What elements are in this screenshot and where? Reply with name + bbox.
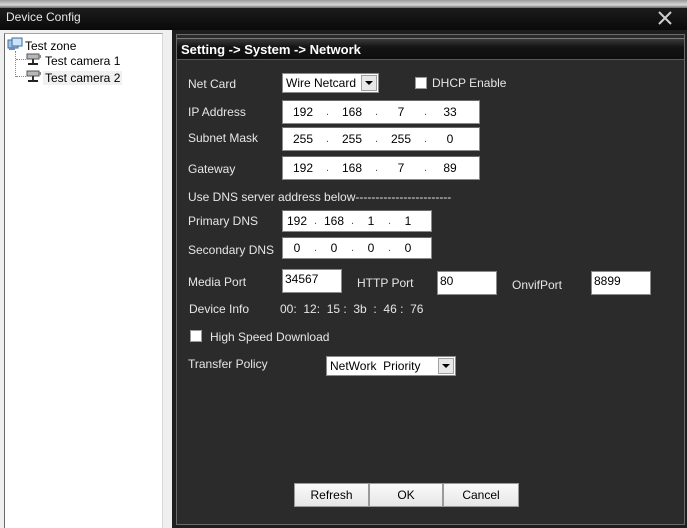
octet-separator: . <box>325 106 330 118</box>
octet-separator: . <box>387 242 392 254</box>
ip-octet[interactable]: 168 <box>320 214 348 228</box>
ip-octet[interactable]: 255 <box>332 132 372 146</box>
octet-separator: . <box>325 162 330 174</box>
octet-separator: . <box>374 106 379 118</box>
close-icon[interactable] <box>655 8 675 28</box>
chevron-down-icon[interactable] <box>361 75 377 91</box>
tree-item-test-camera-1[interactable]: Test camera 1 <box>25 52 122 69</box>
net-card-select[interactable]: Wire Netcard <box>282 73 379 93</box>
ip-octet[interactable]: 7 <box>381 105 421 119</box>
dhcp-enable-label: DHCP Enable <box>432 76 507 90</box>
tree-item-test-camera-2[interactable]: Test camera 2 <box>25 69 123 86</box>
octet-separator: . <box>350 215 355 227</box>
window-top-edge <box>0 0 687 8</box>
octet-separator: . <box>374 133 379 145</box>
camera-icon <box>25 69 43 86</box>
ok-button[interactable]: OK <box>369 483 443 507</box>
dhcp-enable-checkbox[interactable] <box>415 77 427 89</box>
media-port-label: Media Port <box>188 275 247 289</box>
http-port-label: HTTP Port <box>357 276 414 290</box>
ip-octet[interactable]: 192 <box>283 214 311 228</box>
subnet-mask-field[interactable]: 255. 255. 255. 0 <box>282 127 480 151</box>
device-info-value: 00: 12: 15 : 3b : 46 : 76 <box>280 302 424 316</box>
octet-separator: . <box>423 133 428 145</box>
ip-octet[interactable]: 255 <box>381 132 421 146</box>
octet-separator: . <box>325 133 330 145</box>
tree-item-label: Test zone <box>25 38 77 53</box>
octet-separator: . <box>374 162 379 174</box>
network-settings-frame: Setting -> System -> Network Net Card Wi… <box>176 34 685 525</box>
transfer-policy-value: NetWork Priority <box>330 359 421 373</box>
dns-section-heading: Use DNS server address below------------… <box>188 190 452 204</box>
ip-octet[interactable]: 33 <box>430 105 470 119</box>
window-title: Device Config <box>6 10 81 24</box>
octet-separator: . <box>423 106 428 118</box>
primary-dns-field[interactable]: 192. 168. 1. 1 <box>282 210 432 232</box>
high-speed-download-label: High Speed Download <box>210 330 330 344</box>
media-port-input[interactable]: 34567 <box>282 269 342 293</box>
transfer-policy-label: Transfer Policy <box>188 357 268 371</box>
octet-separator: . <box>423 162 428 174</box>
primary-dns-label: Primary DNS <box>188 214 259 228</box>
high-speed-download-checkbox[interactable] <box>190 330 202 342</box>
ip-octet[interactable]: 168 <box>332 161 372 175</box>
onvif-port-input[interactable]: 8899 <box>591 271 651 295</box>
ip-octet[interactable]: 0 <box>283 241 311 255</box>
tree-connector <box>15 51 16 77</box>
device-info-label: Device Info <box>189 302 250 316</box>
transfer-policy-select[interactable]: NetWork Priority <box>326 356 456 376</box>
ip-address-label: IP Address <box>188 105 246 119</box>
ip-octet[interactable]: 1 <box>394 214 422 228</box>
tree-item-label: Test camera 2 <box>43 70 123 85</box>
octet-separator: . <box>387 215 392 227</box>
tree-item-label: Test camera 1 <box>45 53 121 68</box>
subnet-mask-label: Subnet Mask <box>188 131 259 145</box>
ip-octet[interactable]: 7 <box>381 161 421 175</box>
net-card-label: Net Card <box>188 77 237 91</box>
device-tree-panel: Test zone Test camera 1 Test camera 2 <box>0 30 172 528</box>
ip-octet[interactable]: 0 <box>394 241 422 255</box>
ip-octet[interactable]: 255 <box>283 132 323 146</box>
octet-separator: . <box>313 215 318 227</box>
ip-octet[interactable]: 192 <box>283 105 323 119</box>
camera-icon <box>25 52 43 69</box>
device-tree: Test zone Test camera 1 Test camera 2 <box>4 33 163 528</box>
secondary-dns-label: Secondary DNS <box>188 243 275 257</box>
chevron-down-icon[interactable] <box>438 358 454 374</box>
gateway-label: Gateway <box>188 162 236 176</box>
ip-octet[interactable]: 0 <box>320 241 348 255</box>
octet-separator: . <box>313 242 318 254</box>
http-port-input[interactable]: 80 <box>437 271 497 295</box>
ip-octet[interactable]: 192 <box>283 161 323 175</box>
net-card-value: Wire Netcard <box>286 76 357 90</box>
ip-octet[interactable]: 1 <box>357 214 385 228</box>
ip-octet[interactable]: 168 <box>332 105 372 119</box>
refresh-button[interactable]: Refresh <box>294 483 369 507</box>
onvif-port-label: OnvifPort <box>512 278 563 292</box>
secondary-dns-field[interactable]: 0. 0. 0. 0 <box>282 237 432 259</box>
octet-separator: . <box>350 242 355 254</box>
ip-octet[interactable]: 0 <box>357 241 385 255</box>
ip-address-field[interactable]: 192. 168. 7. 33 <box>282 100 480 124</box>
gateway-field[interactable]: 192. 168. 7. 89 <box>282 156 480 180</box>
ip-octet[interactable]: 89 <box>430 161 470 175</box>
ip-octet[interactable]: 0 <box>430 132 470 146</box>
settings-panel: Setting -> System -> Network Net Card Wi… <box>172 30 687 528</box>
breadcrumb: Setting -> System -> Network <box>181 42 361 57</box>
section-header: Setting -> System -> Network <box>177 38 684 60</box>
title-bar: Device Config <box>0 8 687 30</box>
cancel-button[interactable]: Cancel <box>443 483 519 507</box>
